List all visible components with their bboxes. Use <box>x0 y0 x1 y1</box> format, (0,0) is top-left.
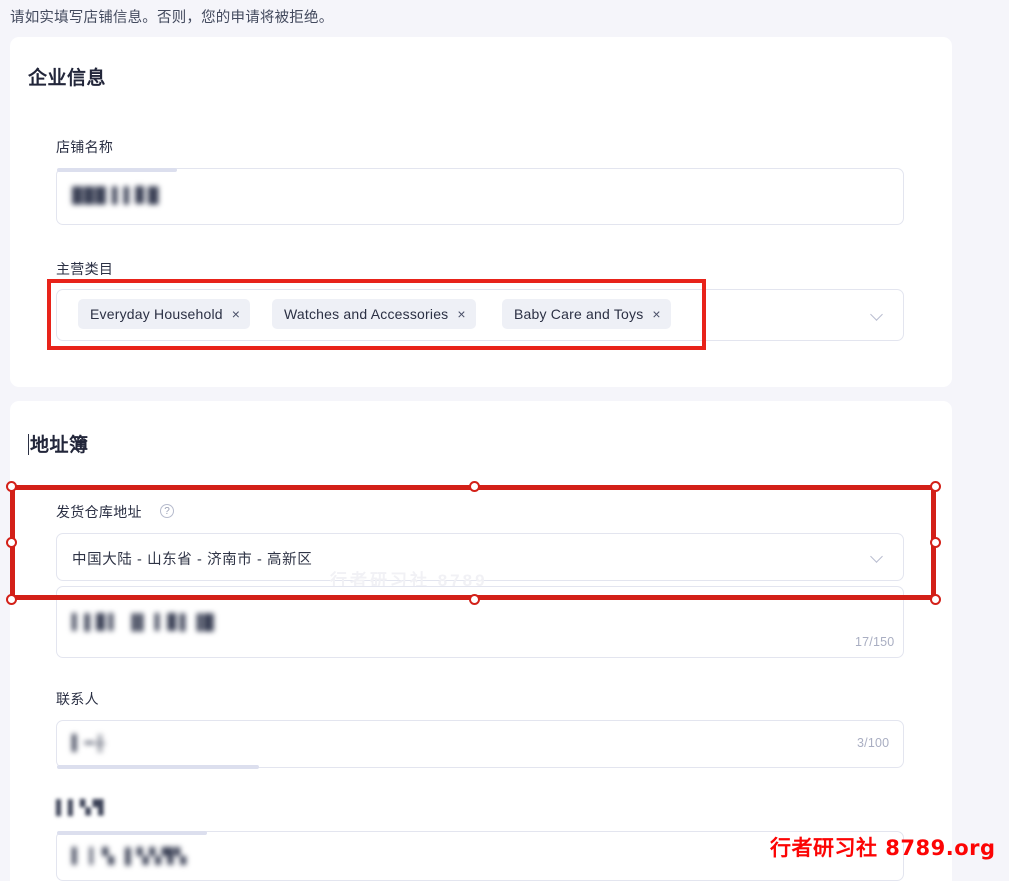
contact-input[interactable] <box>56 720 904 769</box>
resize-handle-middle-right[interactable] <box>930 537 941 548</box>
chevron-down-icon[interactable] <box>872 309 884 321</box>
detail-address-value: ▍▌▊▍ ▐▌ ▍▊▌▐█ <box>72 614 215 631</box>
close-icon[interactable]: × <box>652 307 660 321</box>
form-notice-text: 请如实填写店铺信息。否则，您的申请将被拒绝。 <box>10 10 334 26</box>
category-tag-label: Baby Care and Toys <box>514 306 644 322</box>
warehouse-address-label: 发货仓库地址 <box>56 504 142 520</box>
category-tag[interactable]: Baby Care and Toys × <box>502 299 671 329</box>
shop-name-label: 店铺名称 <box>56 139 114 155</box>
phone-scroll-indicator <box>57 831 207 835</box>
main-category-label: 主营类目 <box>56 261 114 277</box>
shop-name-input[interactable] <box>56 168 904 225</box>
page-root: 请如实填写店铺信息。否则，您的申请将被拒绝。 企业信息 店铺名称 ███ ▌▌▊… <box>0 0 1009 881</box>
close-icon[interactable]: × <box>232 307 240 321</box>
contact-value: ▍━╫ <box>72 735 107 752</box>
close-icon[interactable]: × <box>457 307 465 321</box>
warehouse-address-value: 中国大陆 - 山东省 - 济南市 - 高新区 <box>72 552 313 568</box>
detail-address-counter: 17/150 <box>855 635 895 649</box>
shop-name-scroll-indicator <box>57 168 177 172</box>
resize-handle-bottom-right[interactable] <box>930 594 941 605</box>
business-info-title: 企业信息 <box>28 68 107 89</box>
resize-handle-top-right[interactable] <box>930 481 941 492</box>
category-tag-label: Everyday Household <box>90 306 223 322</box>
contact-scroll-indicator <box>57 765 259 769</box>
watermark: 行者研习社 8789.org <box>770 836 996 860</box>
contact-label: 联系人 <box>56 691 99 707</box>
resize-handle-middle-left[interactable] <box>6 537 17 548</box>
help-icon[interactable]: ? <box>160 504 174 518</box>
text-caret <box>28 434 29 455</box>
category-tag[interactable]: Watches and Accessories × <box>272 299 476 329</box>
category-tag-label: Watches and Accessories <box>284 306 449 322</box>
phone-value: ▍ ▎▚ ▐ ▚▚▜▚ <box>72 848 187 865</box>
resize-handle-bottom-left[interactable] <box>6 594 17 605</box>
address-book-title: 地址簿 <box>28 430 89 457</box>
phone-label: ▌▌▚▜ <box>56 799 106 815</box>
resize-handle-top-center[interactable] <box>469 481 480 492</box>
background-watermark: 行者研习社 8789 <box>330 571 488 590</box>
category-tag[interactable]: Everyday Household × <box>78 299 251 329</box>
address-book-title-text: 地址簿 <box>30 435 89 456</box>
contact-counter: 3/100 <box>857 736 890 750</box>
shop-name-value: ███ ▌▌▊█ <box>72 187 160 204</box>
chevron-down-icon[interactable] <box>872 551 884 563</box>
resize-handle-top-left[interactable] <box>6 481 17 492</box>
resize-handle-bottom-center[interactable] <box>469 594 480 605</box>
